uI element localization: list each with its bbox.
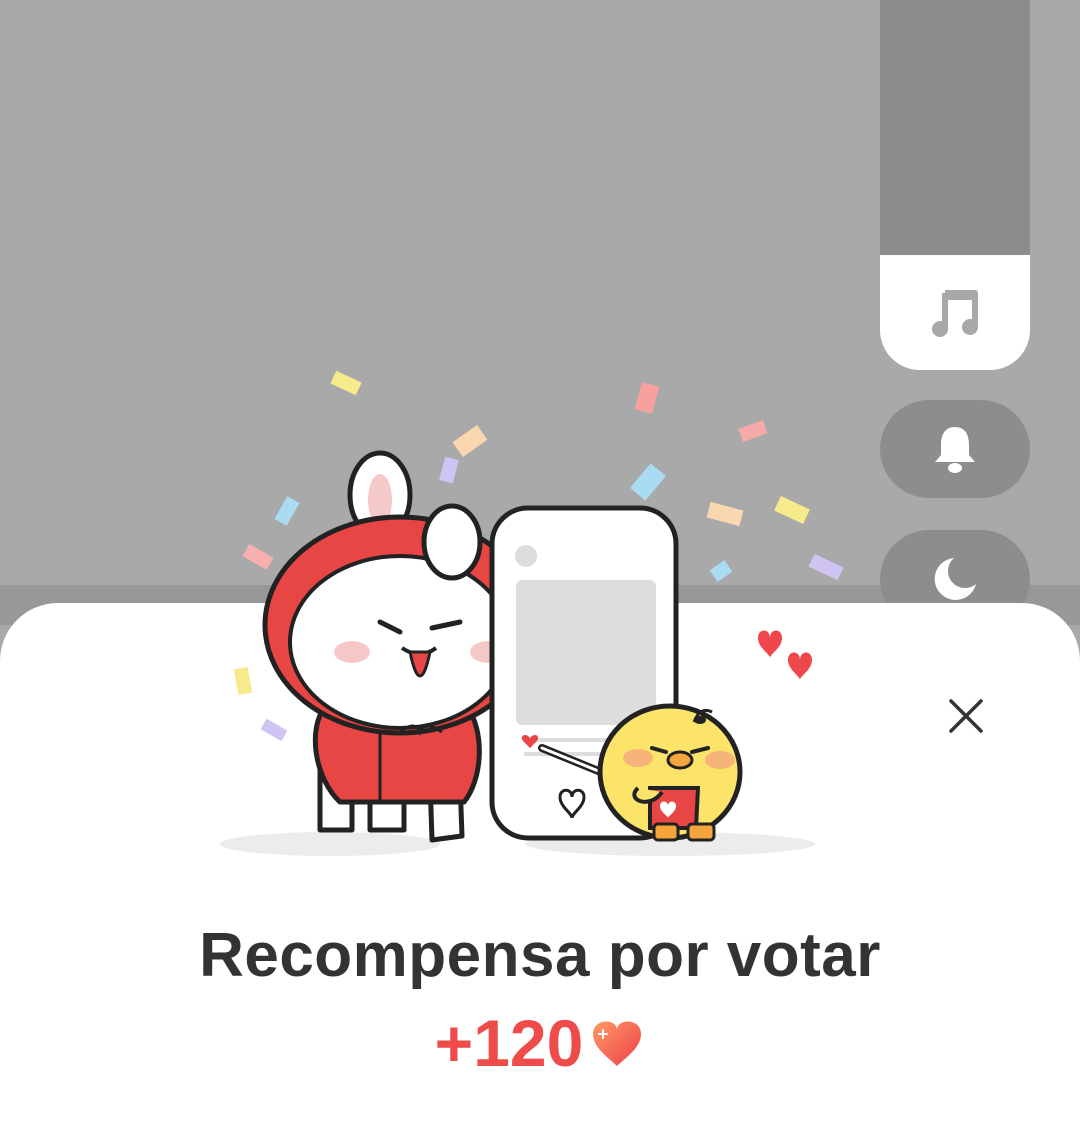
- heart-icon: [593, 1021, 642, 1066]
- music-note-icon: [932, 289, 978, 337]
- bell-button[interactable]: [880, 400, 1030, 498]
- close-button[interactable]: [940, 690, 992, 742]
- moon-icon: [934, 558, 976, 600]
- music-button[interactable]: [880, 255, 1030, 370]
- side-panel: [880, 0, 1030, 255]
- celebration-illustration: [220, 370, 844, 856]
- reward-amount: +120: [434, 1006, 584, 1080]
- bell-icon: [935, 427, 975, 473]
- reward-title: Recompensa por votar: [199, 921, 881, 990]
- close-icon: [949, 699, 983, 733]
- reward-row: +120: [0, 1005, 1080, 1081]
